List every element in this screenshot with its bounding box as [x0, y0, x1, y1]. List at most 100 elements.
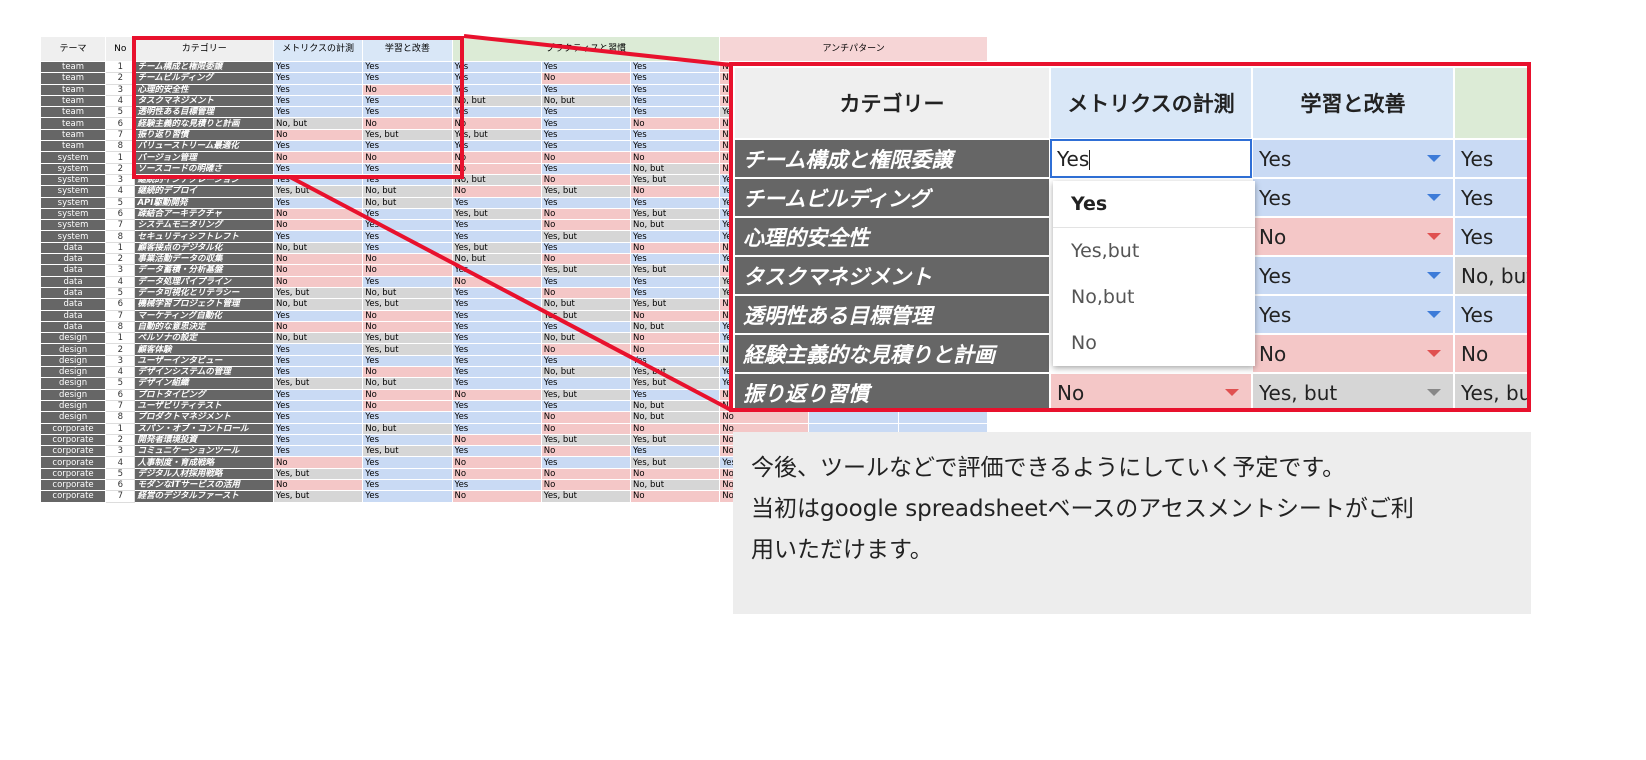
no-cell[interactable]: 2 [105, 433, 136, 447]
theme-cell[interactable]: data [39, 309, 107, 322]
value-cell[interactable]: Yes [540, 140, 631, 153]
dropdown-arrow-icon[interactable] [1427, 272, 1441, 279]
theme-cell[interactable]: design [39, 332, 107, 345]
no-cell[interactable]: 6 [105, 478, 136, 492]
no-cell[interactable]: 1 [105, 151, 136, 164]
dropdown-arrow-icon[interactable] [1427, 194, 1441, 201]
value-cell[interactable]: Yes [629, 60, 721, 74]
category-cell[interactable]: タスクマネジメント [134, 94, 275, 108]
no-cell[interactable]: 5 [105, 286, 136, 300]
value-cell[interactable]: No [629, 490, 721, 503]
value-cell[interactable]: No [629, 422, 721, 435]
category-cell[interactable]: データ処理パイプライン [134, 275, 275, 288]
value-cell[interactable]: No [362, 320, 453, 334]
theme-cell[interactable]: team [39, 94, 107, 108]
value-cell[interactable]: No [273, 128, 364, 142]
value-cell[interactable]: No [629, 332, 721, 345]
zoom-value-cell[interactable]: Yes [1251, 294, 1455, 335]
value-cell[interactable]: No [540, 253, 631, 266]
value-cell[interactable]: Yes [273, 94, 364, 108]
value-cell[interactable]: Yes [451, 354, 542, 368]
value-cell[interactable]: No [451, 117, 542, 130]
zoom-category-cell[interactable]: チーム構成と権限委譲 [733, 138, 1051, 179]
value-cell[interactable]: Yes [451, 366, 542, 379]
dropdown-arrow-icon[interactable] [1427, 155, 1441, 162]
value-cell[interactable]: Yes [362, 241, 453, 255]
value-cell[interactable]: Yes [362, 433, 453, 447]
theme-cell[interactable]: data [39, 264, 107, 277]
value-cell[interactable]: No, but [362, 377, 453, 390]
value-cell[interactable]: Yes [451, 196, 542, 209]
value-cell[interactable]: Yes, but [362, 298, 453, 311]
value-cell[interactable]: Yes [273, 83, 364, 96]
category-cell[interactable]: モダンなITサービスの活用 [134, 478, 275, 492]
value-cell[interactable]: No [362, 366, 453, 379]
value-cell[interactable]: Yes [273, 343, 364, 356]
no-cell[interactable]: 2 [105, 72, 136, 85]
value-cell[interactable]: Yes, but [629, 264, 721, 277]
value-cell[interactable]: No [629, 151, 721, 164]
value-cell[interactable]: No [629, 343, 721, 356]
dropdown-arrow-icon[interactable] [1427, 311, 1441, 318]
value-cell[interactable]: No [273, 264, 364, 277]
value-cell[interactable]: No [540, 151, 631, 164]
value-cell[interactable]: Yes [362, 411, 453, 424]
value-cell[interactable]: No [540, 207, 631, 221]
value-cell[interactable]: No [451, 490, 542, 503]
no-cell[interactable]: 5 [105, 196, 136, 209]
value-cell[interactable]: Yes [362, 478, 453, 492]
theme-cell[interactable]: corporate [39, 445, 107, 458]
dropdown-option-yes-but[interactable]: Yes,but [1053, 228, 1255, 274]
value-cell[interactable]: Yes [629, 275, 721, 288]
theme-cell[interactable]: team [39, 83, 107, 96]
no-cell[interactable]: 6 [105, 298, 136, 311]
value-cell[interactable]: Yes [362, 456, 453, 469]
value-cell[interactable]: Yes, but [629, 456, 721, 469]
value-cell[interactable]: Yes [273, 140, 364, 153]
dropdown-option-yes[interactable]: Yes [1053, 181, 1255, 228]
theme-cell[interactable]: design [39, 399, 107, 413]
value-cell[interactable]: No [540, 286, 631, 300]
zoom-value-cell[interactable]: No [1251, 216, 1455, 257]
value-cell[interactable]: No, but [362, 422, 453, 435]
no-cell[interactable]: 2 [105, 343, 136, 356]
value-cell[interactable]: No [273, 478, 364, 492]
category-cell[interactable]: 顧客接点のデジタル化 [134, 241, 275, 255]
value-cell[interactable]: No, but [451, 94, 542, 108]
category-cell[interactable]: バリューストリーム最適化 [134, 140, 275, 153]
theme-cell[interactable]: design [39, 411, 107, 424]
value-cell[interactable]: Yes, but [629, 366, 721, 379]
value-cell[interactable]: No [362, 399, 453, 413]
theme-cell[interactable]: system [39, 151, 107, 164]
value-cell[interactable]: Yes [540, 377, 631, 390]
value-cell[interactable]: No [540, 343, 631, 356]
no-cell[interactable]: 7 [105, 399, 136, 413]
value-cell[interactable]: No [362, 388, 453, 401]
no-cell[interactable]: 7 [105, 309, 136, 322]
value-cell[interactable]: Yes, but [362, 343, 453, 356]
value-cell[interactable]: No [629, 467, 721, 480]
value-cell[interactable]: Yes [362, 60, 453, 74]
category-cell[interactable]: デジタル人材採用戦略 [134, 467, 275, 480]
value-cell[interactable]: No [629, 185, 721, 198]
category-cell[interactable]: システムモニタリング [134, 219, 275, 232]
value-cell[interactable]: Yes, but [540, 490, 631, 503]
theme-cell[interactable]: team [39, 106, 107, 119]
no-cell[interactable]: 3 [105, 354, 136, 368]
no-cell[interactable]: 1 [105, 60, 136, 74]
value-cell[interactable]: Yes [451, 60, 542, 74]
theme-cell[interactable]: team [39, 117, 107, 130]
value-cell[interactable]: Yes [362, 94, 453, 108]
value-cell[interactable]: No [362, 253, 453, 266]
value-cell[interactable]: Yes, but [540, 388, 631, 401]
no-cell[interactable]: 2 [105, 162, 136, 175]
value-cell[interactable]: No, but [540, 366, 631, 379]
value-cell[interactable]: No [362, 264, 453, 277]
category-cell[interactable]: 透明性ある目標管理 [134, 106, 275, 119]
value-cell[interactable]: No [451, 185, 542, 198]
no-cell[interactable]: 1 [105, 332, 136, 345]
value-cell[interactable]: Yes [362, 467, 453, 480]
value-cell[interactable]: Yes [451, 83, 542, 96]
value-cell[interactable]: Yes [540, 128, 631, 142]
category-cell[interactable]: API駆動開発 [134, 196, 275, 209]
